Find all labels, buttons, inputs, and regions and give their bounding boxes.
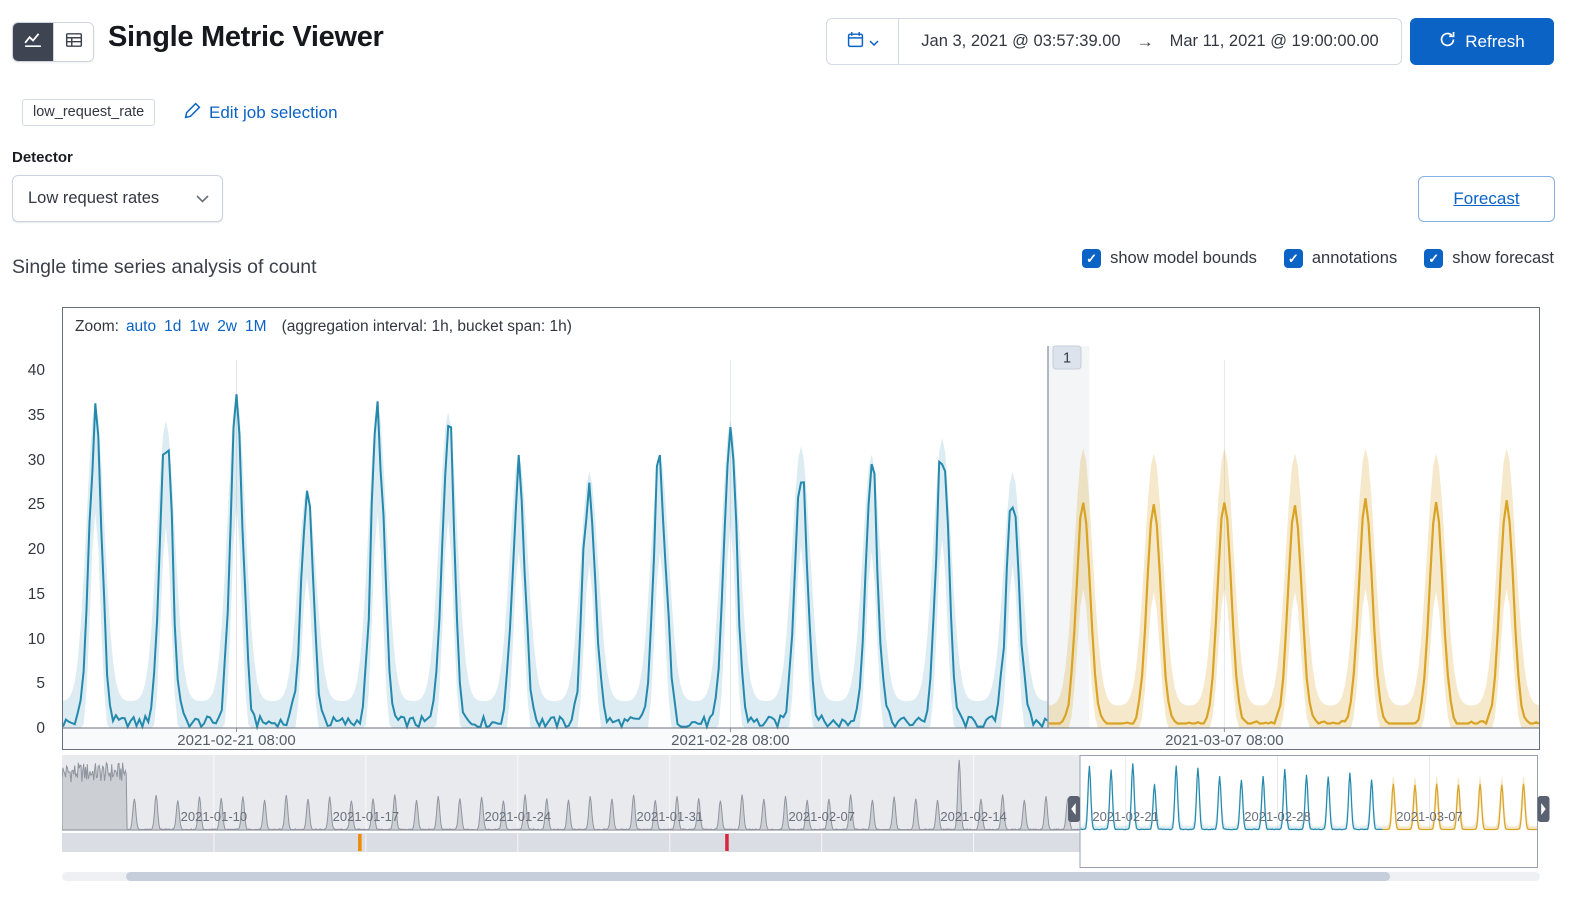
main-time-series-chart[interactable]: 2021-02-21 08:00 2021-02-28 08:00 2021-03-…: [63, 338, 1539, 749]
checkbox-label: show model bounds: [1110, 249, 1257, 267]
y-axis-label: 20: [27, 541, 45, 558]
chevron-down-icon: [196, 194, 209, 203]
horizontal-scrollbar: [62, 872, 1540, 881]
checkbox-label: show forecast: [1452, 249, 1554, 267]
calendar-icon: [847, 31, 864, 53]
check-icon: ✓: [1287, 250, 1299, 266]
y-axis-label: 35: [27, 406, 45, 424]
detector-label: Detector: [12, 149, 73, 166]
x-axis-label: 2021-02-28 08:00: [671, 732, 789, 749]
model-bounds-band: [63, 395, 1048, 728]
zoom-links: auto 1d 1w 2w 1M: [126, 318, 267, 336]
view-toggle-group: [12, 22, 94, 62]
swimlane-anomaly-mark[interactable]: [725, 834, 729, 851]
start-date-button[interactable]: Jan 3, 2021 @ 03:57:39.00: [921, 32, 1120, 51]
selection-handle-right[interactable]: [1537, 796, 1550, 822]
zoom-label: Zoom:: [75, 318, 119, 335]
annotations-option: ✓ annotations: [1283, 249, 1398, 268]
detector-select[interactable]: Low request rates: [12, 175, 223, 222]
forecast-checkbox[interactable]: ✓: [1424, 249, 1444, 268]
chevron-down-icon: [868, 33, 879, 51]
date-range: Jan 3, 2021 @ 03:57:39.00 → Mar 11, 2021…: [899, 19, 1401, 64]
show-forecast-option: ✓ show forecast: [1424, 249, 1554, 268]
swimlane-anomaly-mark[interactable]: [358, 834, 362, 851]
y-axis: 0 5 10 15 20 25 30 35 40: [0, 339, 53, 752]
analysis-title: Single time series analysis of count: [12, 256, 317, 278]
page-title: Single Metric Viewer: [108, 21, 384, 53]
y-axis-label: 40: [27, 362, 45, 379]
context-x-axis-label: 2021-02-28: [1244, 809, 1311, 824]
y-axis-label: 5: [36, 675, 45, 693]
chart-options: ✓ show model bounds ✓ annotations ✓ show…: [1082, 249, 1554, 268]
chart-view-button[interactable]: [13, 23, 53, 61]
x-axis-label: 2021-02-21 08:00: [177, 732, 295, 749]
check-icon: ✓: [1428, 250, 1440, 266]
edit-job-selection-link[interactable]: Edit job selection: [184, 102, 338, 124]
context-x-axis-label: 2021-02-21: [1092, 809, 1159, 824]
main-chart-panel: Zoom: auto 1d 1w 2w 1M (aggregation interval…: [62, 307, 1540, 750]
detector-select-value: Low request rates: [28, 189, 160, 207]
context-x-axis-label: 2021-01-17: [333, 809, 400, 824]
context-chart[interactable]: 2021-01-10 2021-01-17 2021-01-24 2021-01-31…: [62, 755, 1552, 868]
zoom-option-1M[interactable]: 1M: [245, 318, 267, 336]
table-view-button[interactable]: [53, 23, 93, 61]
date-range-picker: Jan 3, 2021 @ 03:57:39.00 → Mar 11, 2021…: [826, 18, 1402, 65]
context-x-axis-label: 2021-02-14: [940, 809, 1007, 824]
svg-text:1: 1: [1063, 351, 1071, 367]
arrow-right-icon: →: [1136, 31, 1154, 51]
end-date-button[interactable]: Mar 11, 2021 @ 19:00:00.00: [1170, 32, 1379, 51]
y-axis-label: 30: [27, 451, 45, 469]
single-metric-viewer-page: Single Metric Viewer Jan 3, 2021 @ 03:57…: [0, 0, 1584, 904]
job-badge: low_request_rate: [22, 99, 156, 126]
refresh-icon: [1439, 31, 1456, 53]
context-swimlane: [62, 833, 1080, 852]
line-chart-icon: [24, 31, 42, 54]
context-x-axis-label: 2021-01-10: [181, 809, 248, 824]
y-axis-label: 15: [27, 585, 45, 603]
datepicker-menu-button[interactable]: [827, 19, 899, 64]
y-axis-label: 10: [27, 630, 45, 648]
zoom-option-2w[interactable]: 2w: [217, 318, 237, 336]
checkbox-label: annotations: [1311, 249, 1398, 267]
observed-series-line: [63, 394, 1049, 731]
annotations-checkbox[interactable]: ✓: [1283, 249, 1303, 268]
context-x-axis-label: 2021-01-31: [637, 809, 704, 824]
show-model-bounds-option: ✓ show model bounds: [1082, 249, 1257, 268]
selection-handle-left[interactable]: [1068, 796, 1080, 822]
zoom-option-1w[interactable]: 1w: [189, 318, 209, 336]
refresh-button[interactable]: Refresh: [1410, 18, 1554, 65]
zoom-option-1d[interactable]: 1d: [164, 318, 181, 336]
context-x-axis-label: 2021-02-07: [788, 809, 855, 824]
refresh-label: Refresh: [1465, 31, 1525, 51]
forecast-button[interactable]: Forecast: [1418, 176, 1555, 222]
y-axis-label: 25: [27, 496, 45, 514]
forecast-band: [1048, 448, 1539, 728]
table-icon: [65, 31, 83, 54]
zoom-controls: Zoom: auto 1d 1w 2w 1M (aggregation interval…: [63, 308, 1539, 338]
annotation-badge[interactable]: 1: [1052, 345, 1082, 370]
check-icon: ✓: [1086, 250, 1098, 266]
scrollbar-thumb[interactable]: [126, 872, 1390, 881]
zoom-option-auto[interactable]: auto: [126, 318, 156, 336]
y-axis-label: 0: [36, 720, 45, 737]
aggregation-info: (aggregation interval: 1h, bucket span: …: [281, 318, 572, 335]
edit-link-label: Edit job selection: [209, 103, 338, 122]
model-bounds-checkbox[interactable]: ✓: [1082, 249, 1102, 268]
context-x-axis-label: 2021-01-24: [485, 809, 552, 824]
pencil-icon: [184, 102, 201, 124]
x-axis-label: 2021-03-07 08:00: [1165, 732, 1283, 749]
context-x-axis-label: 2021-03-07: [1396, 809, 1463, 824]
